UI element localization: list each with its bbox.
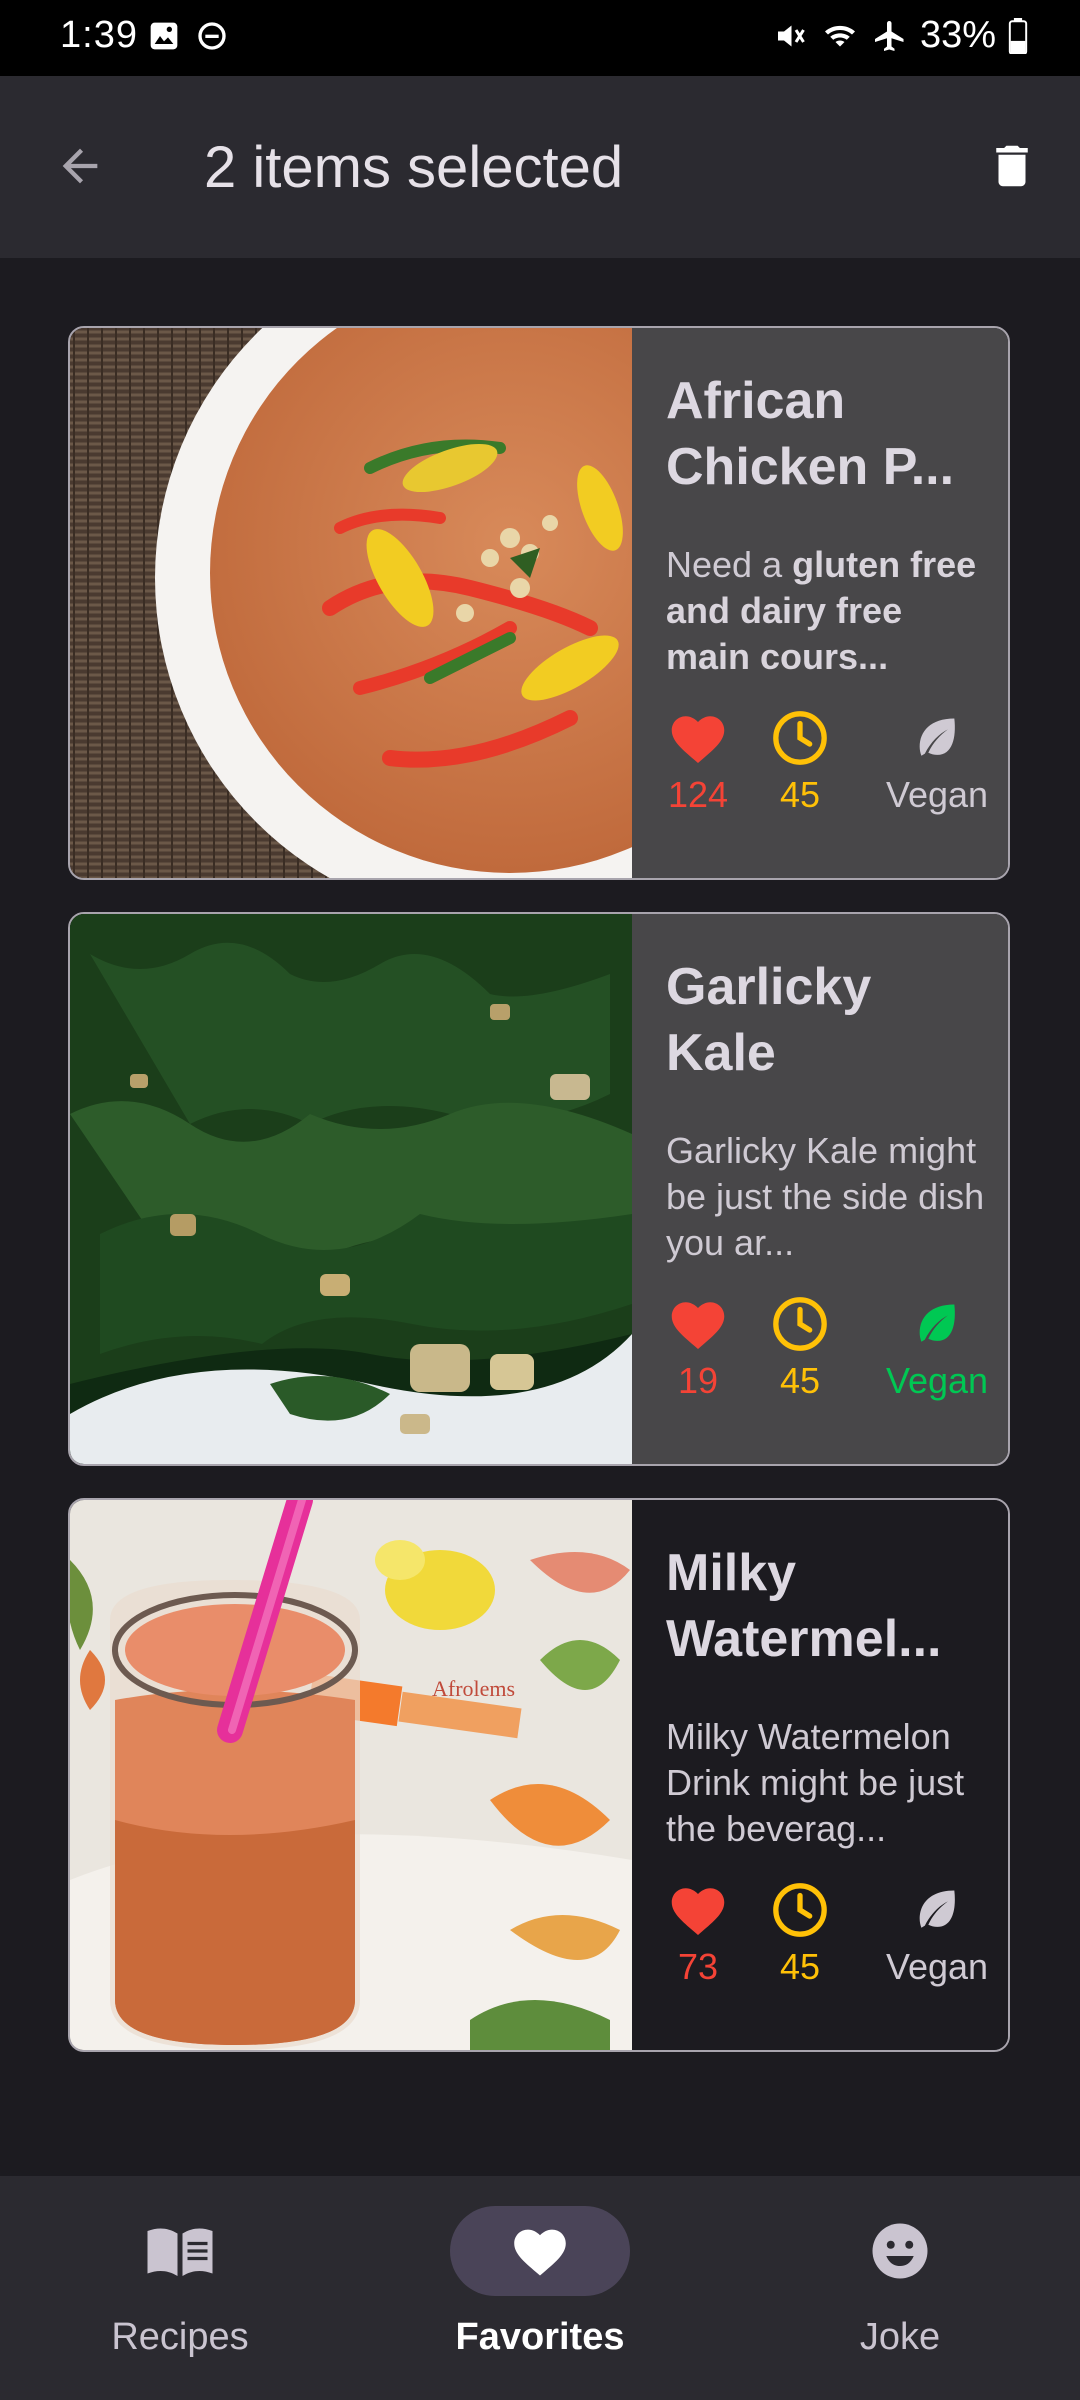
recipe-image: Afrolems	[70, 1500, 632, 2050]
leaf-icon	[919, 718, 955, 756]
recipe-info: Garlicky Kale Garlicky Kale might be jus…	[632, 914, 1008, 1464]
recipe-summary: Milky Watermelon Drink might be just the…	[666, 1716, 965, 1849]
recipe-card[interactable]: Afrolems Milky Watermel... Milky Waterme…	[68, 1498, 1010, 2052]
heart-icon	[514, 2229, 566, 2276]
dnd-icon	[198, 22, 226, 50]
vegan-stat: Vegan	[862, 1880, 1008, 1988]
vegan-stat: Vegan	[862, 708, 1008, 816]
leaf-icon	[919, 1890, 955, 1928]
nav-recipes[interactable]: Recipes	[30, 2206, 330, 2359]
nav-label: Recipes	[111, 2316, 249, 2358]
recipe-card[interactable]: Garlicky Kale Garlicky Kale might be jus…	[68, 912, 1010, 1466]
recipe-image	[70, 914, 632, 1464]
image-icon	[150, 22, 178, 50]
nav-joke[interactable]: Joke	[750, 2206, 1050, 2359]
time-stat: 45	[740, 708, 860, 816]
time-stat: 45	[740, 1294, 860, 1402]
bottom-navigation: Recipes Favorites Joke	[0, 2176, 1080, 2400]
ready-minutes: 45	[779, 774, 821, 815]
leaf-icon	[919, 1304, 955, 1342]
nav-label: Favorites	[455, 2316, 625, 2358]
recipe-info: Milky Watermel... Milky Watermelon Drink…	[632, 1500, 1008, 2050]
status-time: 1:39	[60, 14, 138, 56]
recipe-title: African Chicken P...	[666, 372, 955, 496]
heart-icon	[671, 1888, 725, 1935]
recipe-title: Milky Watermel...	[666, 1544, 942, 1668]
recipe-image	[70, 328, 632, 878]
vegan-stat: Vegan	[862, 1294, 1008, 1402]
clock-icon	[773, 711, 827, 765]
delete-button[interactable]	[972, 126, 1052, 206]
selection-title: 2 items selected	[204, 135, 624, 200]
nav-favorites[interactable]: Favorites	[390, 2206, 690, 2359]
heart-icon	[671, 716, 725, 763]
vegan-label: Vegan	[885, 1946, 989, 1987]
app-bar: 2 items selected	[0, 76, 1080, 258]
recipe-card[interactable]: African Chicken P... Need a gluten free …	[68, 326, 1010, 880]
trash-icon	[996, 145, 1028, 187]
book-icon	[147, 2228, 213, 2276]
recipe-title: Garlicky Kale	[666, 958, 872, 1082]
recipe-summary: Garlicky Kale might be just the side dis…	[666, 1130, 985, 1263]
clock-icon	[773, 1883, 827, 1937]
wifi-icon	[824, 25, 855, 46]
time-stat: 45	[740, 1880, 860, 1988]
arrow-back-icon	[62, 148, 98, 184]
vegan-label: Vegan	[885, 774, 989, 815]
recipe-info: African Chicken P... Need a gluten free …	[632, 328, 1008, 878]
recipe-summary: Need a gluten free and dairy free main c…	[666, 544, 977, 677]
back-button[interactable]	[40, 126, 120, 206]
ready-minutes: 45	[779, 1360, 821, 1401]
airplane-icon	[874, 20, 904, 51]
smiley-icon	[872, 2223, 928, 2279]
clock-icon	[773, 1297, 827, 1351]
battery-percent: 33%	[919, 14, 996, 56]
status-bar: 1:39 33%	[0, 0, 1080, 76]
vegan-label: Vegan	[885, 1360, 989, 1401]
mute-icon	[777, 25, 805, 46]
nav-label: Joke	[859, 2316, 941, 2358]
heart-icon	[671, 1302, 725, 1349]
battery-icon	[1008, 17, 1028, 54]
ready-minutes: 45	[779, 1946, 821, 1987]
image-watermark: Afrolems	[432, 1676, 515, 1701]
